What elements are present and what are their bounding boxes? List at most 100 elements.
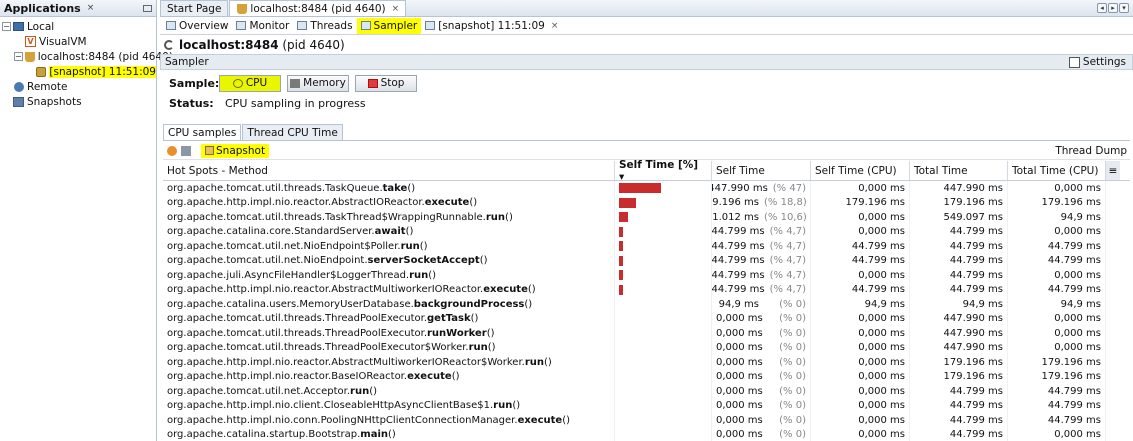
thread-dump-button[interactable]: Thread Dump: [1055, 145, 1127, 157]
self-time-value: 447.990 ms: [712, 182, 768, 194]
self-time-bar-cell: [615, 413, 712, 428]
table-row[interactable]: org.apache.http.impl.nio.client.Closeabl…: [163, 398, 1130, 413]
collapse-icon[interactable]: −: [2, 22, 11, 31]
tree-node[interactable]: − Local: [2, 19, 156, 34]
method-cell: org.apache.tomcat.util.threads.ThreadPoo…: [163, 340, 615, 355]
tab-threads[interactable]: Threads: [293, 18, 356, 34]
tab-sampler[interactable]: Sampler: [356, 17, 422, 34]
applications-panel-title: Applications: [4, 1, 81, 15]
column-header-total-time-cpu[interactable]: Total Time (CPU): [1008, 161, 1106, 180]
total-time-cpu-cell: 0,000 ms: [1008, 268, 1106, 283]
self-time-cell: 44.799 ms (% 4,7): [712, 239, 811, 254]
table-row[interactable]: org.apache.tomcat.util.threads.TaskQueue…: [163, 181, 1130, 196]
self-time-cell: 0,000 ms (% 0): [712, 413, 811, 428]
memory-button-label: Memory: [303, 77, 346, 89]
settings-checkbox[interactable]: Settings: [1068, 56, 1126, 68]
self-time-cell: 179.196 ms (% 18,8): [712, 195, 811, 210]
tree-node[interactable]: − localhost:8484 (pid 4640): [2, 49, 173, 64]
table-row[interactable]: org.apache.catalina.users.MemoryUserData…: [163, 297, 1130, 312]
tab-localhost[interactable]: localhost:8484 (pid 4640) ×: [229, 0, 407, 16]
column-header-self-time-cpu[interactable]: Self Time (CPU): [811, 161, 910, 180]
checkbox-box[interactable]: [1068, 56, 1080, 68]
tab-label: Sampler: [373, 19, 418, 32]
table-row[interactable]: org.apache.http.impl.nio.reactor.Abstrac…: [163, 195, 1130, 211]
tab-overview[interactable]: Overview: [162, 18, 232, 34]
tree-spacer: [14, 37, 23, 46]
tab-icon: [297, 21, 308, 30]
self-time-bar: [619, 226, 624, 237]
snapshot-button[interactable]: Snapshot: [201, 143, 270, 158]
tree-node[interactable]: Snapshots: [2, 94, 156, 109]
column-menu-icon[interactable]: ≡: [1106, 161, 1120, 180]
tree-node[interactable]: V VisualVM: [2, 34, 156, 49]
table-row[interactable]: org.apache.http.impl.nio.reactor.BaseIOR…: [163, 369, 1130, 384]
self-time-cpu-cell: 0,000 ms: [811, 224, 910, 239]
close-icon[interactable]: ×: [392, 4, 400, 14]
row-spacer: [1106, 196, 1120, 211]
method-cell: org.apache.tomcat.util.threads.ThreadPoo…: [163, 326, 615, 341]
self-time-value: 44.799 ms: [712, 284, 765, 296]
minimize-icon[interactable]: [143, 4, 152, 12]
table-row[interactable]: org.apache.tomcat.util.threads.TaskThrea…: [163, 210, 1130, 225]
method-package: org.apache.http.impl.nio.reactor.BaseIOR…: [167, 371, 408, 383]
table-row[interactable]: org.apache.catalina.core.StandardServer.…: [163, 224, 1130, 239]
pause-icon[interactable]: [167, 145, 177, 156]
reset-icon[interactable]: [181, 145, 191, 156]
tab-list-icon[interactable]: ▾: [1119, 3, 1129, 13]
tab-start-page[interactable]: Start Page: [160, 0, 229, 16]
self-time-value: 0,000 ms: [716, 429, 763, 441]
column-header-method[interactable]: Hot Spots - Method: [163, 161, 615, 180]
table-row[interactable]: org.apache.catalina.startup.Bootstrap. ma…: [163, 427, 1130, 441]
self-time-cell: 447.990 ms (% 47): [712, 181, 811, 196]
column-header-total-time[interactable]: Total Time: [910, 161, 1008, 180]
cpu-button[interactable]: CPU: [219, 74, 281, 92]
tree-node-label: VisualVM: [39, 35, 87, 48]
table-row[interactable]: org.apache.http.impl.nio.conn.PoolingNHt…: [163, 413, 1130, 428]
self-time-bar: [619, 284, 624, 295]
method-name: run: [400, 240, 420, 252]
memory-button[interactable]: Memory: [287, 74, 349, 92]
table-row[interactable]: org.apache.juli.AsyncFileHandler$LoggerT…: [163, 268, 1130, 283]
scroll-right-icon[interactable]: ▸: [1108, 3, 1118, 13]
row-spacer: [1106, 384, 1120, 399]
tree-node[interactable]: [snapshot] 11:51:09: [2, 64, 156, 79]
method-name: execute: [483, 284, 528, 296]
scroll-left-icon[interactable]: ◂: [1097, 3, 1107, 13]
table-row[interactable]: org.apache.tomcat.util.net.NioEndpoint. s…: [163, 253, 1130, 268]
method-cell: org.apache.tomcat.util.threads.TaskThrea…: [163, 210, 615, 225]
memory-icon: [290, 78, 301, 88]
table-row[interactable]: org.apache.tomcat.util.net.Acceptor. run …: [163, 384, 1130, 399]
table-row[interactable]: org.apache.http.impl.nio.reactor.Abstrac…: [163, 355, 1130, 370]
tab-cpu-samples[interactable]: CPU samples: [163, 124, 242, 140]
tree-node-label: localhost:8484 (pid 4640): [37, 50, 173, 63]
tree-spacer: [26, 67, 35, 76]
tab-thread-cpu-time[interactable]: Thread CPU Time: [242, 124, 343, 140]
column-header-self-time[interactable]: Self Time: [712, 161, 811, 180]
self-time-bar-cell: [615, 224, 712, 239]
method-name: main: [360, 429, 389, 441]
close-icon[interactable]: ×: [551, 21, 559, 31]
table-row[interactable]: org.apache.tomcat.util.threads.ThreadPoo…: [163, 340, 1130, 355]
total-time-cell: 44.799 ms: [910, 413, 1008, 428]
table-row[interactable]: org.apache.tomcat.util.threads.ThreadPoo…: [163, 311, 1130, 326]
self-time-bar: [619, 183, 661, 194]
method-package: org.apache.http.impl.nio.reactor.Abstrac…: [167, 284, 484, 296]
self-time-bar-cell: [615, 398, 712, 413]
tree-node[interactable]: Remote: [2, 79, 156, 94]
tab-monitor[interactable]: Monitor: [232, 18, 293, 34]
column-header-self-time-pct[interactable]: Self Time [%] ▾: [615, 159, 712, 183]
self-time-value: 0,000 ms: [716, 342, 763, 354]
self-time-cell: 101.012 ms (% 10,6): [712, 210, 811, 225]
row-spacer: [1106, 268, 1120, 283]
collapse-icon[interactable]: −: [14, 52, 23, 61]
stop-button[interactable]: Stop: [355, 74, 417, 92]
table-row[interactable]: org.apache.tomcat.util.net.NioEndpoint$P…: [163, 239, 1130, 254]
method-args: (): [479, 255, 488, 267]
method-args: (): [527, 284, 536, 296]
table-row[interactable]: org.apache.tomcat.util.threads.ThreadPoo…: [163, 326, 1130, 341]
table-row[interactable]: org.apache.http.impl.nio.reactor.Abstrac…: [163, 282, 1130, 297]
tab-snapshot-11-51-09[interactable]: [snapshot] 11:51:09 ×: [421, 18, 562, 34]
tab-icon: [166, 21, 176, 30]
close-icon[interactable]: ×: [87, 3, 95, 13]
total-time-cell: 94,9 ms: [910, 297, 1008, 312]
